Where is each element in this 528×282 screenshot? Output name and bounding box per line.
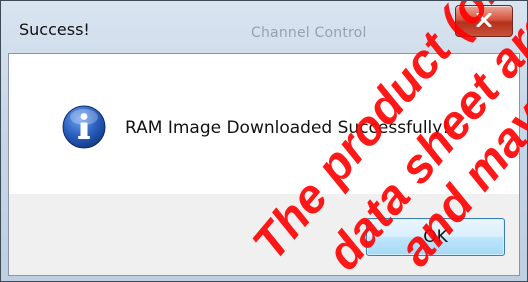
info-icon: [62, 105, 106, 149]
background-window-title: Channel Control: [251, 25, 367, 41]
dialog-message: RAM Image Downloaded Successfully!: [125, 118, 450, 138]
message-panel: RAM Image Downloaded Successfully!: [9, 54, 519, 194]
ok-button[interactable]: OK: [366, 218, 505, 256]
success-dialog-window: Channel Control Success! RAM Image Downl…: [0, 0, 528, 282]
dialog-client-area: RAM Image Downloaded Successfully! OK: [8, 53, 520, 276]
close-button[interactable]: [455, 5, 513, 37]
title-bar[interactable]: Channel Control Success!: [1, 1, 527, 53]
dialog-title: Success!: [19, 20, 90, 39]
close-icon: [476, 13, 492, 27]
